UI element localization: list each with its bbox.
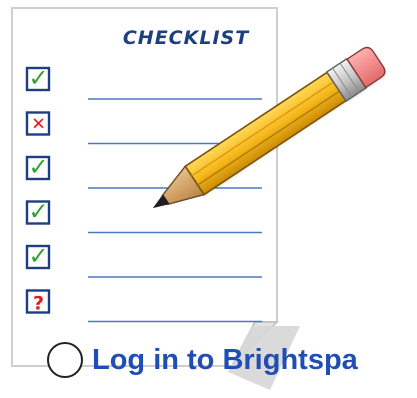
- cross-icon: ✕: [31, 115, 45, 135]
- paper-sheet: [11, 7, 300, 390]
- task-row[interactable]: Log in to Brightspa: [47, 340, 358, 380]
- checklist-illustration: CHECKLIST ✓ ✕ ✓ ✓ ✓?: [11, 7, 386, 390]
- task-radio-button[interactable]: [47, 342, 83, 378]
- check-icon: ✓: [28, 198, 48, 226]
- task-label[interactable]: Log in to Brightspa: [92, 340, 358, 380]
- check-icon: ✓: [28, 153, 48, 181]
- checklist-title: CHECKLIST: [123, 27, 250, 49]
- check-icon: ✓: [28, 64, 48, 92]
- check-icon: ✓: [28, 242, 48, 270]
- question-icon: ?: [33, 293, 44, 315]
